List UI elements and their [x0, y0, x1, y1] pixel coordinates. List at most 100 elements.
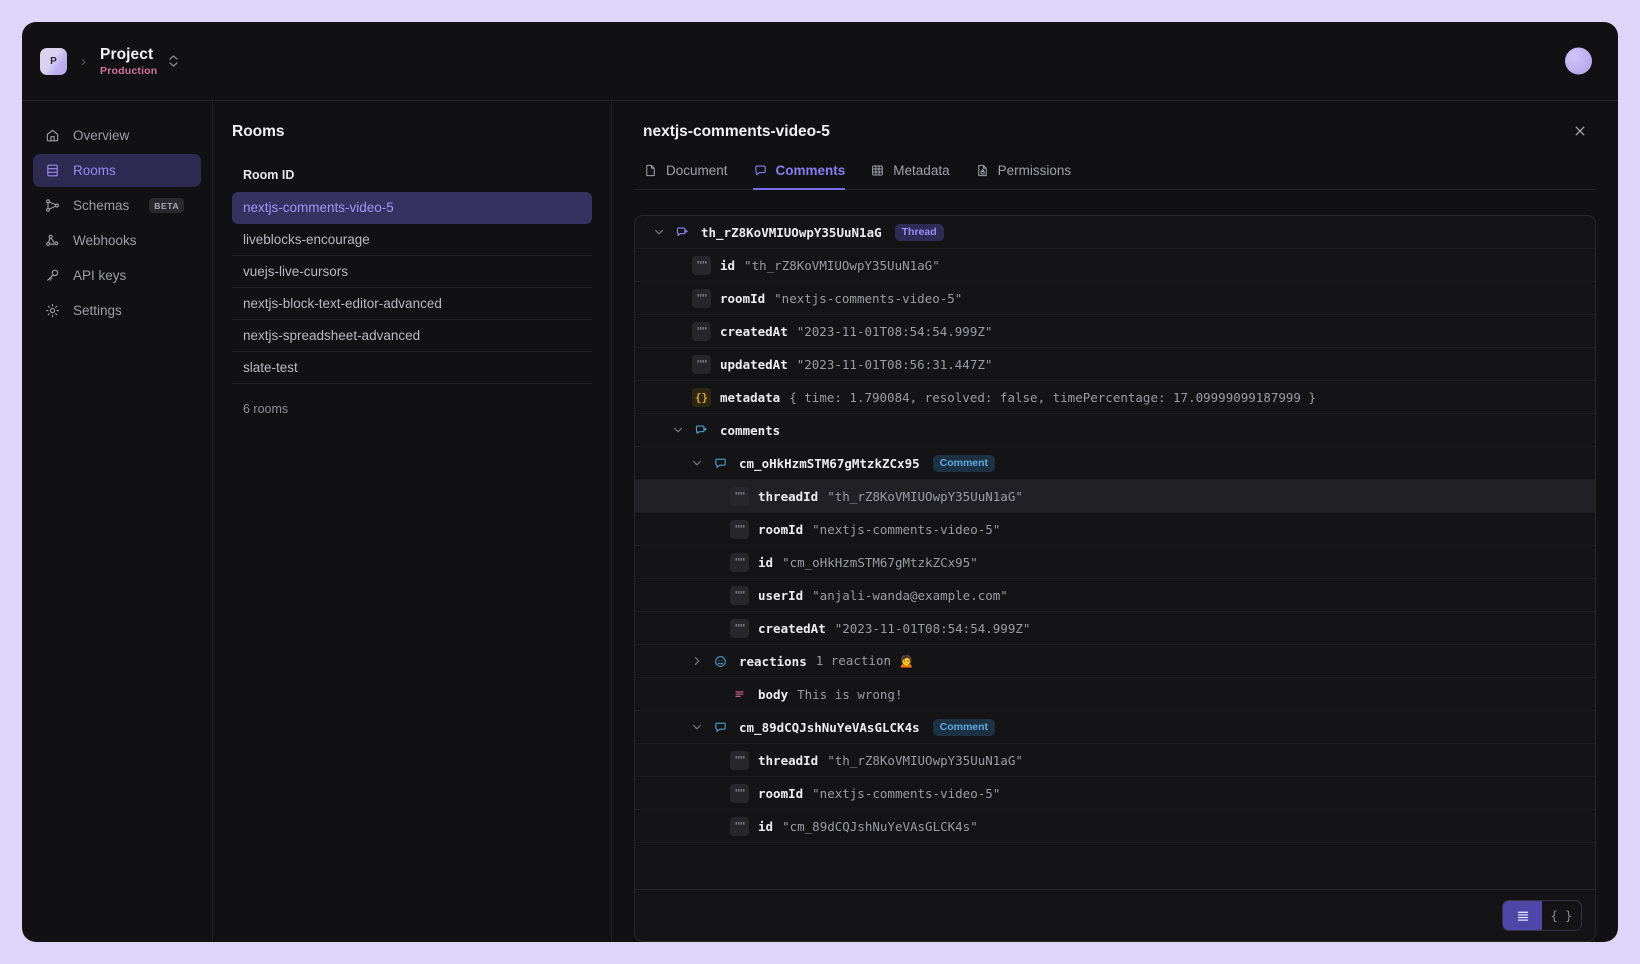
tree-row-value: "2023-11-01T08:56:31.447Z" — [797, 357, 993, 372]
room-list-item[interactable]: slate-test — [232, 352, 592, 384]
tree-row[interactable]: cm_oHkHzmSTM67gMtzkZCx95Comment — [635, 447, 1595, 480]
chevron-down-icon[interactable] — [691, 460, 702, 466]
tree-row-key: th_rZ8KoVMIUOwpY35UuN1aG — [701, 225, 882, 240]
tree-row[interactable]: reactions 1 reaction 🙍 — [635, 645, 1595, 678]
tree-row-key: threadId — [758, 753, 818, 768]
thread-icon — [673, 223, 692, 242]
tab-label: Metadata — [893, 163, 949, 178]
tab-permissions[interactable]: Permissions — [975, 163, 1072, 190]
tree-row[interactable]: ""roomId"nextjs-comments-video-5" — [635, 513, 1595, 546]
chevron-down-icon[interactable] — [672, 427, 683, 433]
room-id-label: nextjs-spreadsheet-advanced — [243, 328, 420, 343]
sidebar-item-label: Schemas — [73, 198, 129, 213]
tree-row-key: id — [720, 258, 735, 273]
reaction-icon — [711, 652, 730, 671]
string-icon: "" — [730, 520, 749, 539]
sidebar-item-label: Overview — [73, 128, 129, 143]
json-tree[interactable]: th_rZ8KoVMIUOwpY35UuN1aGThread""id"th_rZ… — [635, 216, 1595, 889]
tree-row[interactable]: ""userId"anjali-wanda@example.com" — [635, 579, 1595, 612]
tree-row[interactable]: ""id"cm_89dCQJshNuYeVAsGLCK4s" — [635, 810, 1595, 843]
room-list-item[interactable]: nextjs-spreadsheet-advanced — [232, 320, 592, 352]
close-icon[interactable] — [1568, 119, 1592, 143]
tree-row-value: 1 reaction 🙍 — [816, 653, 914, 669]
tree-row[interactable]: bodyThis is wrong! — [635, 678, 1595, 711]
sidebar-item-rooms[interactable]: Rooms — [33, 154, 201, 187]
home-icon — [44, 128, 60, 144]
tab-metadata[interactable]: Metadata — [870, 163, 949, 190]
environment-label: Production — [100, 65, 157, 77]
type-badge: Thread — [895, 224, 944, 241]
room-id-label: slate-test — [243, 360, 298, 375]
tree-row-key: createdAt — [758, 621, 826, 636]
sidebar-item-label: Settings — [73, 303, 122, 318]
chevron-up-down-icon[interactable] — [169, 55, 178, 67]
project-logo: P — [40, 48, 67, 75]
tree-row[interactable]: ""roomId"nextjs-comments-video-5" — [635, 282, 1595, 315]
room-list-item[interactable]: nextjs-block-text-editor-advanced — [232, 288, 592, 320]
tree-row-value: "nextjs-comments-video-5" — [812, 522, 1000, 537]
tree-row[interactable]: ""threadId"th_rZ8KoVMIUOwpY35UuN1aG" — [635, 480, 1595, 513]
chevron-down-icon[interactable] — [653, 229, 664, 235]
tree-row[interactable]: ""id"th_rZ8KoVMIUOwpY35UuN1aG" — [635, 249, 1595, 282]
tree-row-key: cm_89dCQJshNuYeVAsGLCK4s — [739, 720, 920, 735]
tab-label: Permissions — [998, 163, 1072, 178]
breadcrumb-separator-icon: › — [81, 53, 86, 70]
tree-row[interactable]: ""id"cm_oHkHzmSTM67gMtzkZCx95" — [635, 546, 1595, 579]
tree-row[interactable]: {}metadata{ time: 1.790084, resolved: fa… — [635, 381, 1595, 414]
gear-icon — [44, 303, 60, 319]
tree-row-key: userId — [758, 588, 803, 603]
tab-document[interactable]: Document — [643, 163, 728, 190]
tab-comments[interactable]: Comments — [753, 163, 846, 190]
tree-row-key: comments — [720, 423, 780, 438]
list-view-icon[interactable] — [1503, 901, 1542, 930]
tab-label: Document — [666, 163, 728, 178]
sidebar-item-settings[interactable]: Settings — [33, 294, 201, 327]
page-title: nextjs-comments-video-5 — [634, 123, 1596, 141]
string-icon: "" — [730, 619, 749, 638]
tree-row-key: updatedAt — [720, 357, 788, 372]
tree-row-key: id — [758, 555, 773, 570]
project-logo-initial: P — [50, 56, 57, 67]
main-body: Overview Rooms Schemas BETA Webhooks — [22, 101, 1618, 942]
tree-row-key: reactions — [739, 654, 807, 669]
tree-row-key: metadata — [720, 390, 780, 405]
type-badge: Comment — [933, 455, 995, 472]
tree-row[interactable]: comments — [635, 414, 1595, 447]
tree-row-value: This is wrong! — [797, 687, 902, 702]
json-view-icon[interactable]: { } — [1542, 901, 1581, 930]
tree-row[interactable]: th_rZ8KoVMIUOwpY35UuN1aG Thread — [635, 216, 1595, 249]
tree-row[interactable]: ""roomId"nextjs-comments-video-5" — [635, 777, 1595, 810]
sidebar-item-overview[interactable]: Overview — [33, 119, 201, 152]
string-icon: "" — [730, 586, 749, 605]
sidebar-item-schemas[interactable]: Schemas BETA — [33, 189, 201, 222]
tree-row[interactable]: cm_89dCQJshNuYeVAsGLCK4sComment — [635, 711, 1595, 744]
tree-row[interactable]: ""updatedAt"2023-11-01T08:56:31.447Z" — [635, 348, 1595, 381]
tree-row-value: "nextjs-comments-video-5" — [812, 786, 1000, 801]
sidebar-item-label: Webhooks — [73, 233, 137, 248]
sidebar-item-label: Rooms — [73, 163, 116, 178]
room-list-item[interactable]: liveblocks-encourage — [232, 224, 592, 256]
string-icon: "" — [730, 487, 749, 506]
chevron-down-icon[interactable] — [691, 724, 702, 730]
avatar[interactable] — [1565, 48, 1592, 75]
tree-row[interactable]: ""createdAt"2023-11-01T08:54:54.999Z" — [635, 315, 1595, 348]
tree-row-value: "2023-11-01T08:54:54.999Z" — [835, 621, 1031, 636]
rooms-count-label: 6 rooms — [232, 384, 592, 416]
room-list-item[interactable]: vuejs-live-cursors — [232, 256, 592, 288]
sidebar-item-api-keys[interactable]: API keys — [33, 259, 201, 292]
tree-row-value: "nextjs-comments-video-5" — [774, 291, 962, 306]
sidebar-item-label: API keys — [73, 268, 126, 283]
rooms-column-header: Room ID — [232, 168, 592, 192]
comments-group-icon — [692, 421, 711, 440]
tree-row[interactable]: "" createdAt "2023-11-01T08:54:54.999Z" — [635, 612, 1595, 645]
room-list-item[interactable]: nextjs-comments-video-5 — [232, 192, 592, 224]
chevron-right-icon[interactable] — [691, 657, 702, 665]
string-icon: "" — [692, 289, 711, 308]
body-icon — [730, 685, 749, 704]
tree-row[interactable]: ""threadId"th_rZ8KoVMIUOwpY35UuN1aG" — [635, 744, 1595, 777]
room-id-label: vuejs-live-cursors — [243, 264, 348, 279]
breadcrumb[interactable]: Project Production — [100, 46, 157, 77]
key-icon — [44, 268, 60, 284]
sidebar-item-webhooks[interactable]: Webhooks — [33, 224, 201, 257]
tree-row-value: "th_rZ8KoVMIUOwpY35UuN1aG" — [827, 753, 1023, 768]
